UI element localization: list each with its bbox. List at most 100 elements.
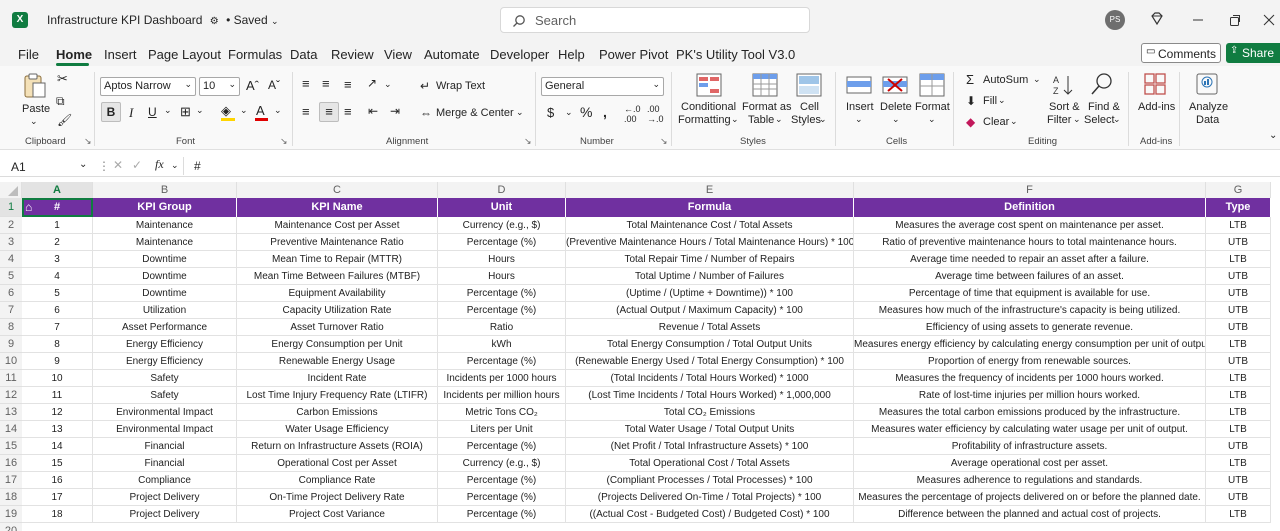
chevron-down-icon[interactable]: ⌄ bbox=[565, 107, 573, 118]
header-cell-b[interactable]: KPI Group bbox=[93, 198, 237, 217]
cut-icon[interactable]: ✂ bbox=[57, 71, 68, 87]
column-header-g[interactable]: G bbox=[1206, 182, 1271, 198]
header-cell-c[interactable]: KPI Name bbox=[237, 198, 438, 217]
row-header-2[interactable]: 2 bbox=[0, 217, 22, 234]
table-cell[interactable]: Hours bbox=[438, 251, 566, 268]
align-center-button[interactable]: ≡ bbox=[319, 102, 339, 122]
chevron-down-icon[interactable]: ⌄ bbox=[240, 105, 248, 116]
tab-pk-utility-tool[interactable]: PK's Utility Tool V3.0 bbox=[676, 47, 795, 62]
table-cell[interactable]: 16 bbox=[22, 472, 93, 489]
format-cells-icon[interactable] bbox=[919, 73, 945, 100]
table-cell[interactable]: LTB bbox=[1206, 336, 1271, 353]
tab-help[interactable]: Help bbox=[558, 47, 585, 62]
table-cell[interactable]: (Total Incidents / Total Hours Worked) *… bbox=[566, 370, 854, 387]
table-cell[interactable]: Average time between failures of an asse… bbox=[854, 268, 1206, 285]
table-cell[interactable]: Financial bbox=[93, 438, 237, 455]
chevron-down-icon[interactable]: ⌄ bbox=[1010, 116, 1018, 127]
table-cell[interactable]: (Preventive Maintenance Hours / Total Ma… bbox=[566, 234, 854, 251]
row-header-18[interactable]: 18 bbox=[0, 489, 22, 506]
table-cell[interactable]: UTB bbox=[1206, 302, 1271, 319]
table-cell[interactable]: 11 bbox=[22, 387, 93, 404]
table-cell[interactable]: Total Operational Cost / Total Assets bbox=[566, 455, 854, 472]
table-cell[interactable]: Downtime bbox=[93, 285, 237, 302]
select-all-corner[interactable] bbox=[0, 182, 22, 198]
table-cell[interactable]: Average time needed to repair an asset a… bbox=[854, 251, 1206, 268]
table-cell[interactable]: Safety bbox=[93, 370, 237, 387]
table-cell[interactable]: Metric Tons CO₂ bbox=[438, 404, 566, 421]
table-cell[interactable]: Percentage (%) bbox=[438, 506, 566, 523]
chevron-down-icon[interactable]: ⌄ bbox=[274, 105, 282, 116]
table-cell[interactable]: Compliance bbox=[93, 472, 237, 489]
row-header-12[interactable]: 12 bbox=[0, 387, 22, 404]
formula-input[interactable]: # bbox=[194, 159, 201, 173]
minimize-icon[interactable] bbox=[1187, 9, 1209, 31]
format-painter-icon[interactable]: 🖌 bbox=[57, 113, 72, 127]
format-button[interactable]: Format bbox=[915, 101, 950, 113]
table-cell[interactable]: 10 bbox=[22, 370, 93, 387]
table-cell[interactable]: 14 bbox=[22, 438, 93, 455]
table-cell[interactable]: Percentage (%) bbox=[438, 489, 566, 506]
table-cell[interactable]: Measures the percentage of projects deli… bbox=[854, 489, 1206, 506]
analyze-data-icon[interactable] bbox=[1195, 72, 1219, 99]
column-header-f[interactable]: F bbox=[854, 182, 1206, 198]
conditional-formatting-button[interactable]: Conditional bbox=[681, 101, 736, 113]
wrap-text-icon[interactable]: ↵ bbox=[420, 79, 430, 93]
table-cell[interactable]: Percentage (%) bbox=[438, 234, 566, 251]
alignment-launcher-icon[interactable]: ↘ bbox=[524, 136, 532, 147]
row-header-4[interactable]: 4 bbox=[0, 251, 22, 268]
merge-center-button[interactable]: Merge & Center bbox=[436, 107, 514, 119]
table-cell[interactable]: Mean Time to Repair (MTTR) bbox=[237, 251, 438, 268]
table-cell[interactable]: LTB bbox=[1206, 455, 1271, 472]
table-cell[interactable]: Hours bbox=[438, 268, 566, 285]
tab-review[interactable]: Review bbox=[331, 47, 374, 62]
align-middle-icon[interactable]: ≡ bbox=[322, 76, 330, 91]
table-cell[interactable]: Energy Efficiency bbox=[93, 353, 237, 370]
row-header-16[interactable]: 16 bbox=[0, 455, 22, 472]
borders-icon[interactable]: ⊞ bbox=[180, 104, 191, 120]
tab-insert[interactable]: Insert bbox=[104, 47, 137, 62]
table-cell[interactable]: LTB bbox=[1206, 217, 1271, 234]
table-cell[interactable]: Percentage (%) bbox=[438, 472, 566, 489]
underline-button[interactable]: U bbox=[148, 105, 157, 119]
table-cell[interactable]: Total Repair Time / Number of Repairs bbox=[566, 251, 854, 268]
tab-file[interactable]: File bbox=[18, 47, 39, 62]
table-cell[interactable]: Environmental Impact bbox=[93, 421, 237, 438]
table-cell[interactable]: LTB bbox=[1206, 421, 1271, 438]
find-select-button[interactable]: Find & bbox=[1088, 101, 1120, 113]
find-select-icon[interactable] bbox=[1090, 71, 1114, 100]
table-cell[interactable]: Downtime bbox=[93, 268, 237, 285]
analyze-data-button[interactable]: Analyze bbox=[1189, 101, 1228, 113]
table-cell[interactable]: Total Uptime / Number of Failures bbox=[566, 268, 854, 285]
chevron-down-icon[interactable]: ⌄ bbox=[1033, 74, 1041, 85]
decrease-font-icon[interactable]: Aˇ bbox=[268, 78, 280, 92]
number-launcher-icon[interactable]: ↘ bbox=[660, 136, 668, 147]
copy-icon[interactable]: ⧉ bbox=[56, 94, 65, 109]
font-size-select[interactable]: 10 ⌄ bbox=[199, 77, 240, 96]
header-cell-f[interactable]: Definition bbox=[854, 198, 1206, 217]
table-cell[interactable]: (Net Profit / Total Infrastructure Asset… bbox=[566, 438, 854, 455]
paste-chevron-icon[interactable]: ⌄ bbox=[30, 116, 38, 127]
align-bottom-icon[interactable]: ≡ bbox=[344, 77, 352, 92]
table-cell[interactable]: UTB bbox=[1206, 353, 1271, 370]
insert-button[interactable]: Insert bbox=[846, 101, 874, 113]
table-cell[interactable]: Percentage of time that equipment is ava… bbox=[854, 285, 1206, 302]
header-cell-a[interactable]: # ⌂ bbox=[22, 198, 93, 217]
table-cell[interactable]: (Uptime / (Uptime + Downtime)) * 100 bbox=[566, 285, 854, 302]
delete-button[interactable]: Delete bbox=[880, 101, 912, 113]
table-cell[interactable]: UTB bbox=[1206, 285, 1271, 302]
autosum-icon[interactable]: Σ bbox=[966, 72, 974, 87]
table-cell[interactable]: Renewable Energy Usage bbox=[237, 353, 438, 370]
table-cell[interactable]: UTB bbox=[1206, 268, 1271, 285]
table-cell[interactable]: Carbon Emissions bbox=[237, 404, 438, 421]
chevron-down-icon[interactable]: ⌄ bbox=[1073, 114, 1081, 125]
format-as-table-button[interactable]: Format as bbox=[742, 101, 792, 113]
table-cell[interactable]: 2 bbox=[22, 234, 93, 251]
avatar[interactable]: PS bbox=[1105, 10, 1125, 30]
table-cell[interactable]: Downtime bbox=[93, 251, 237, 268]
table-cell[interactable]: Financial bbox=[93, 455, 237, 472]
chevron-down-icon[interactable]: ⌄ bbox=[731, 114, 739, 125]
fill-color-icon[interactable]: ◈ bbox=[221, 103, 231, 119]
fill-icon[interactable]: ⬇ bbox=[966, 94, 976, 108]
document-title[interactable]: Infrastructure KPI Dashboard ⚙ • Saved ⌄ bbox=[47, 13, 279, 27]
row-header-6[interactable]: 6 bbox=[0, 285, 22, 302]
